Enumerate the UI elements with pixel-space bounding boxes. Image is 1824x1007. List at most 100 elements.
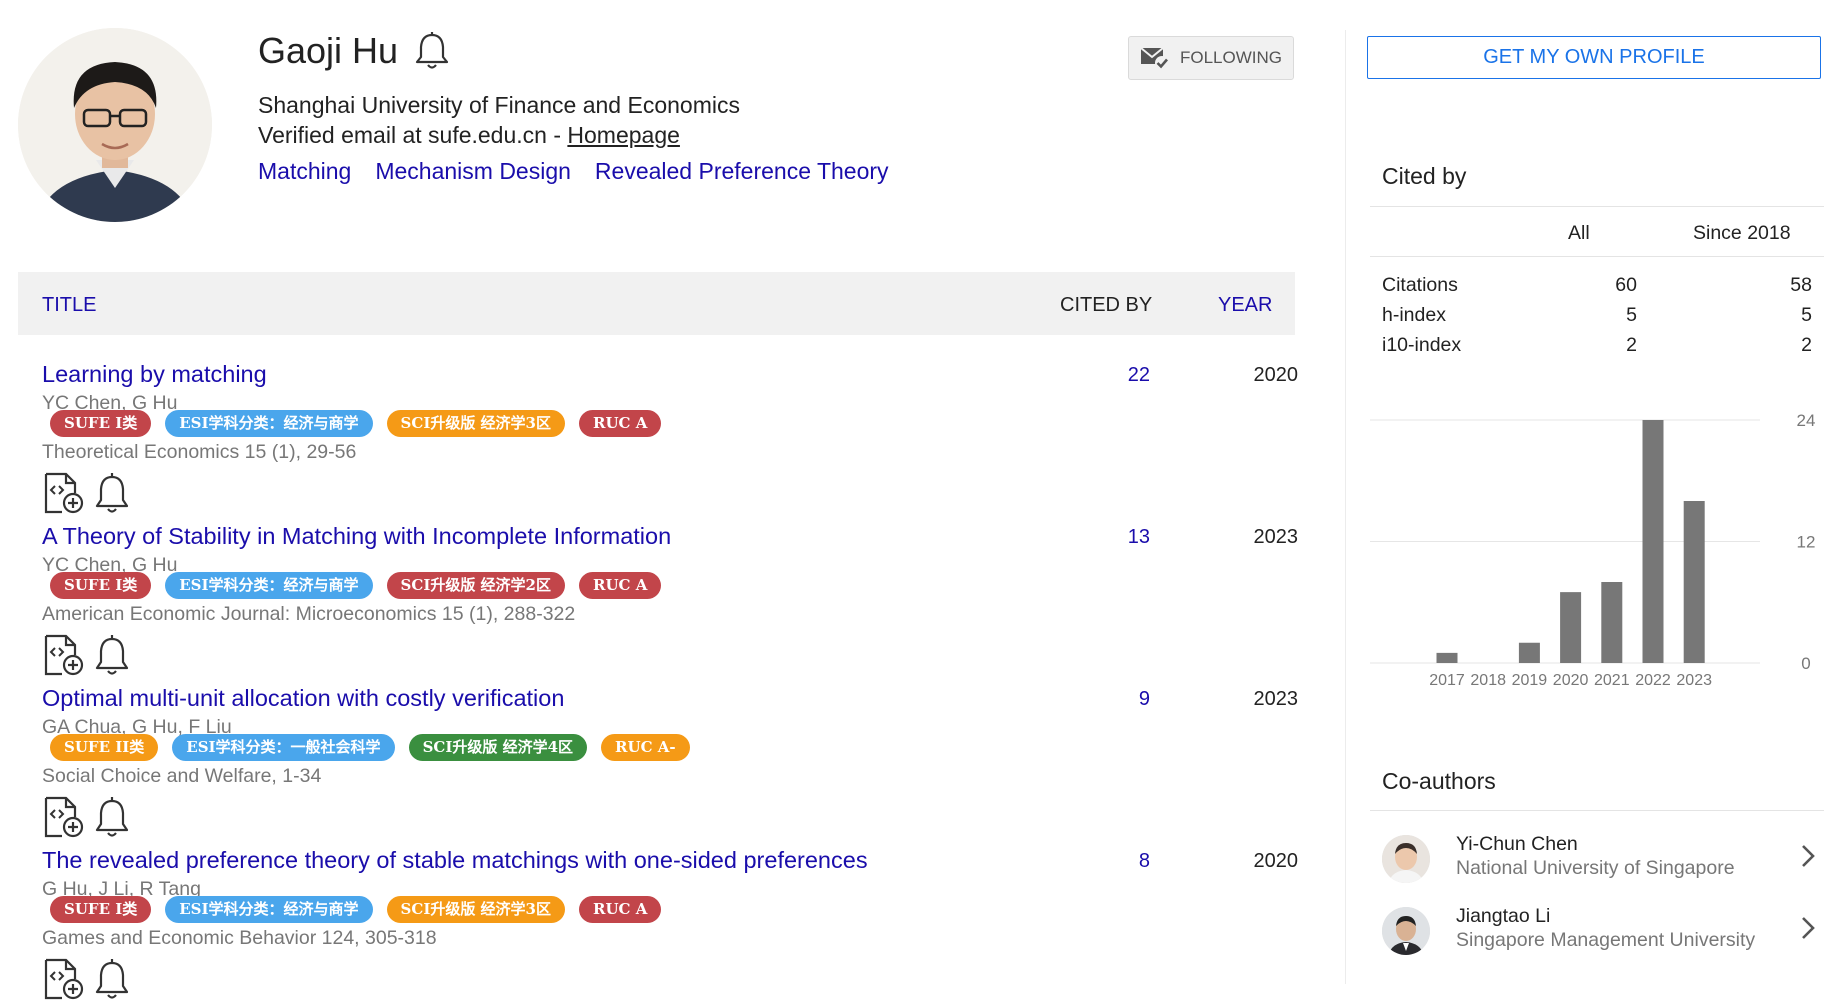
publication-title[interactable]: The revealed preference theory of stable… — [42, 847, 868, 874]
coauthor-affiliation: National University of Singapore — [1456, 857, 1735, 879]
metric-row-i10-index: i10-index 2 2 — [1382, 334, 1812, 364]
ranking-badge: SUFE II类 — [50, 734, 159, 761]
cited-by-count[interactable]: 9 — [1110, 688, 1150, 711]
y-tick-label: 12 — [1797, 533, 1816, 552]
x-tick-label: 2020 — [1553, 672, 1589, 689]
alert-bell-icon[interactable] — [94, 633, 130, 682]
ranking-badge: RUC A- — [601, 734, 690, 761]
row-actions — [42, 795, 130, 844]
table-row: The revealed preference theory of stable… — [42, 847, 1298, 1007]
chevron-right-icon[interactable] — [1800, 915, 1816, 941]
table-row: Optimal multi-unit allocation with costl… — [42, 685, 1298, 845]
row-actions — [42, 471, 130, 520]
ranking-badge: SCI升级版 经济学3区 — [386, 896, 565, 923]
bar-2020[interactable] — [1560, 592, 1582, 663]
cited-by-count[interactable]: 13 — [1110, 526, 1150, 549]
metric-all: 60 — [1615, 274, 1637, 296]
bar-2017[interactable] — [1436, 652, 1458, 663]
following-label: FOLLOWING — [1179, 48, 1282, 67]
row-actions — [42, 633, 130, 682]
table-row: Learning by matching YC Chen, G Hu SUFE … — [42, 361, 1298, 521]
bar-2021[interactable] — [1601, 582, 1623, 663]
metric-label[interactable]: Citations — [1382, 274, 1458, 297]
publication-year: 2020 — [1253, 850, 1299, 872]
divider — [1370, 206, 1824, 207]
alert-bell-icon[interactable] — [94, 471, 130, 520]
ranking-badge: RUC A — [579, 896, 662, 923]
alert-bell-icon[interactable] — [94, 957, 130, 1006]
ranking-badge: ESI学科分类：经济与商学 — [165, 572, 373, 599]
cited-by-count[interactable]: 22 — [1110, 364, 1150, 387]
publication-year: 2023 — [1253, 688, 1299, 710]
metric-all: 5 — [1626, 304, 1637, 326]
coauthor-name[interactable]: Jiangtao Li — [1456, 905, 1550, 928]
col-all-header: All — [1568, 222, 1590, 244]
ranking-badge: SCI升级版 经济学4区 — [408, 734, 588, 761]
ranking-badge: SUFE I类 — [50, 896, 152, 923]
profile-name: Gaoji Hu — [258, 30, 399, 71]
x-tick-label: 2017 — [1429, 672, 1465, 689]
metric-since: 58 — [1790, 274, 1812, 296]
coauthor-item[interactable]: Yi-Chun Chen National University of Sing… — [1382, 829, 1822, 889]
metric-row-h-index: h-index 5 5 — [1382, 304, 1812, 334]
ranking-badge: SCI升级版 经济学2区 — [386, 572, 565, 599]
follow-bell-icon[interactable] — [414, 31, 450, 71]
profile-photo — [18, 28, 212, 222]
homepage-link[interactable]: Homepage — [567, 122, 680, 148]
y-tick-label: 0 — [1801, 654, 1810, 673]
ranking-badge: ESI学科分类：经济与商学 — [165, 410, 373, 437]
cited-by-heading: Cited by — [1382, 163, 1467, 189]
ranking-badges: SUFE I类 ESI学科分类：经济与商学 SCI升级版 经济学3区 RUC A — [50, 896, 662, 923]
interest-link-mechanism-design[interactable]: Mechanism Design — [375, 158, 571, 185]
research-interests: Matching Mechanism Design Revealed Prefe… — [258, 158, 889, 185]
ranking-badge: RUC A — [579, 410, 662, 437]
publication-title[interactable]: Optimal multi-unit allocation with costl… — [42, 685, 564, 712]
bar-2022[interactable] — [1642, 420, 1664, 663]
profile-email: Verified email at sufe.edu.cn - Homepage — [258, 122, 680, 149]
metric-since: 5 — [1801, 304, 1812, 326]
publication-title[interactable]: Learning by matching — [42, 361, 267, 388]
metric-all: 2 — [1626, 334, 1637, 356]
add-to-library-icon[interactable] — [42, 633, 86, 682]
divider — [1370, 810, 1824, 811]
coauthor-name[interactable]: Yi-Chun Chen — [1456, 833, 1578, 856]
ranking-badge: ESI学科分类：经济与商学 — [165, 896, 373, 923]
metric-label[interactable]: h-index — [1382, 304, 1446, 327]
interest-link-matching[interactable]: Matching — [258, 158, 351, 185]
publication-title[interactable]: A Theory of Stability in Matching with I… — [42, 523, 671, 550]
alert-bell-icon[interactable] — [94, 795, 130, 844]
interest-link-revealed-preference[interactable]: Revealed Preference Theory — [595, 158, 889, 185]
ranking-badge: SUFE I类 — [50, 572, 152, 599]
following-button[interactable]: FOLLOWING — [1128, 36, 1294, 80]
sort-by-year[interactable]: YEAR — [1218, 294, 1272, 317]
x-tick-label: 2022 — [1635, 672, 1671, 689]
coauthors-heading: Co-authors — [1382, 768, 1496, 794]
publication-year: 2020 — [1253, 364, 1299, 386]
ranking-badge: ESI学科分类：一般社会科学 — [172, 734, 395, 761]
ranking-badge: RUC A — [579, 572, 662, 599]
row-actions — [42, 957, 130, 1006]
bar-2023[interactable] — [1683, 501, 1705, 663]
x-tick-label: 2018 — [1470, 672, 1506, 689]
x-tick-label: 2019 — [1512, 672, 1548, 689]
publication-year: 2023 — [1253, 526, 1299, 548]
profile-affiliation: Shanghai University of Finance and Econo… — [258, 92, 740, 118]
citations-per-year-chart: 0 12 24 2017 2018 2019 2020 2021 2022 2023 — [1370, 411, 1816, 689]
coauthor-item[interactable]: Jiangtao Li Singapore Management Univers… — [1382, 901, 1822, 961]
add-to-library-icon[interactable] — [42, 957, 86, 1006]
sort-by-cited[interactable]: CITED BY — [1060, 294, 1152, 317]
avatar — [1382, 835, 1430, 883]
add-to-library-icon[interactable] — [42, 795, 86, 844]
bar-2019[interactable] — [1518, 642, 1540, 663]
add-to-library-icon[interactable] — [42, 471, 86, 520]
get-my-own-profile-button[interactable]: GET MY OWN PROFILE — [1367, 36, 1821, 79]
publication-venue: Social Choice and Welfare, 1-34 — [42, 765, 322, 787]
ranking-badge: SCI升级版 经济学3区 — [386, 410, 565, 437]
ranking-badges: SUFE II类 ESI学科分类：一般社会科学 SCI升级版 经济学4区 RUC A- — [50, 734, 690, 761]
sort-by-title[interactable]: TITLE — [42, 294, 96, 317]
chevron-right-icon[interactable] — [1800, 843, 1816, 869]
metric-row-citations: Citations 60 58 — [1382, 274, 1812, 304]
x-tick-label: 2023 — [1676, 672, 1712, 689]
metric-label[interactable]: i10-index — [1382, 334, 1461, 357]
cited-by-count[interactable]: 8 — [1110, 850, 1150, 873]
